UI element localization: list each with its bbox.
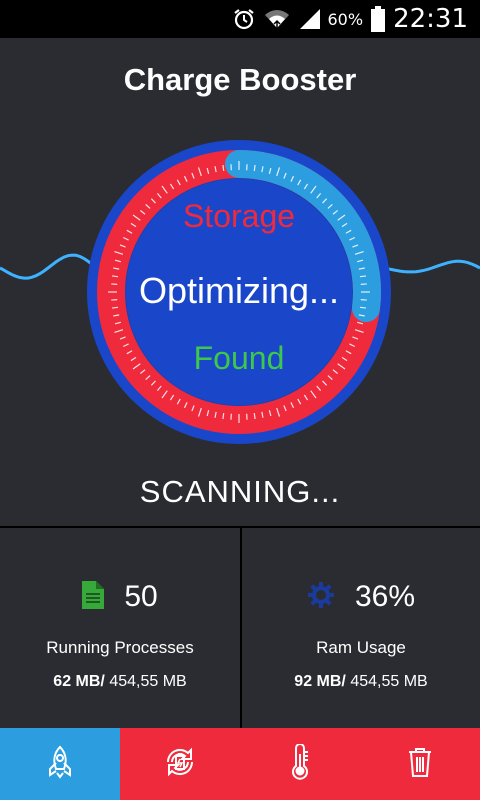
running-processes-card: 50 Running Processes 62 MB/ 454,55 MB [0,528,240,730]
alarm-icon [232,7,256,31]
ram-usage-label: Ram Usage [316,638,406,657]
ram-memory-used: 92 MB/ [294,673,346,690]
wifi-icon [264,7,290,31]
processes-memory-total: 454,55 MB [104,673,187,690]
battery-refresh-icon [163,745,197,784]
trash-icon [407,746,433,783]
ram-usage-card: 36% Ram Usage 92 MB/ 454,55 MB [240,528,480,730]
gauge-status-label: Optimizing... [138,270,340,311]
document-icon [82,580,105,614]
ram-memory: 92 MB/ 454,55 MB [242,673,480,691]
ram-usage-value: 36% [354,580,416,613]
nav-boost-button[interactable] [0,728,120,800]
rocket-icon [46,745,74,784]
nav-clean-button[interactable] [360,728,480,800]
status-bar: 60% 22:31 [0,0,480,38]
signal-icon [298,7,322,31]
ram-memory-total: 454,55 MB [345,673,428,690]
thermometer-icon [290,742,310,785]
running-processes-value: 50 [124,580,158,613]
app-title: Charge Booster [123,62,357,97]
gauge-found-label: Found [193,340,285,376]
gear-icon [307,581,335,614]
processes-memory-used: 62 MB/ [53,673,105,690]
bottom-nav [0,728,480,800]
battery-percentage: 60% [327,9,364,29]
processes-memory: 62 MB/ 454,55 MB [0,673,240,691]
stats-panel: 50 Running Processes 62 MB/ 454,55 MB 36… [0,526,480,730]
running-processes-label: Running Processes [46,638,194,657]
scanning-status: SCANNING... [139,474,341,509]
nav-temperature-button[interactable] [240,728,360,800]
clock: 22:31 [393,4,468,34]
gauge-storage-label: Storage [182,198,296,234]
battery-icon [371,6,386,32]
nav-battery-button[interactable] [120,728,240,800]
